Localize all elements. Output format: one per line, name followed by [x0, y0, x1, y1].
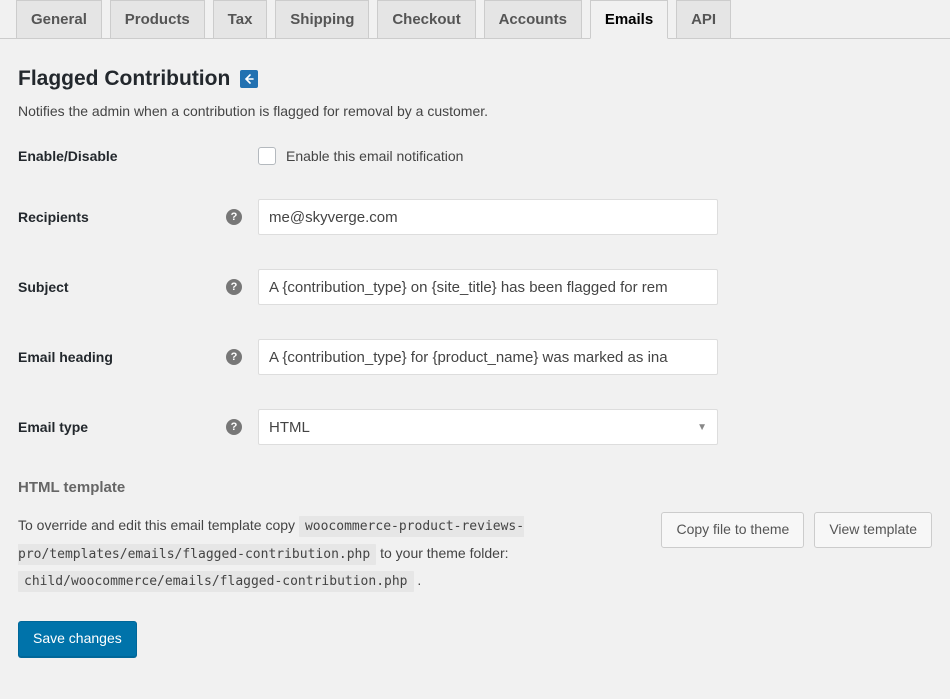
- tab-emails[interactable]: Emails: [590, 0, 668, 39]
- page-title: Flagged Contribution: [18, 67, 932, 91]
- page-title-text: Flagged Contribution: [18, 67, 230, 91]
- email-type-select[interactable]: HTML ▼: [258, 409, 718, 445]
- email-heading-input[interactable]: [258, 339, 718, 375]
- enable-checkbox-label: Enable this email notification: [286, 148, 463, 164]
- enable-checkbox[interactable]: [258, 147, 276, 165]
- tab-accounts[interactable]: Accounts: [484, 0, 582, 38]
- template-override-text: To override and edit this email template…: [18, 512, 638, 595]
- view-template-button[interactable]: View template: [814, 512, 932, 548]
- help-icon[interactable]: ?: [226, 349, 242, 365]
- tab-api[interactable]: API: [676, 0, 731, 38]
- copy-file-button[interactable]: Copy file to theme: [661, 512, 804, 548]
- back-icon[interactable]: [240, 70, 258, 88]
- tab-checkout[interactable]: Checkout: [377, 0, 475, 38]
- email-type-label: Email type: [18, 419, 88, 435]
- tab-general[interactable]: General: [16, 0, 102, 38]
- recipients-input[interactable]: [258, 199, 718, 235]
- tab-shipping[interactable]: Shipping: [275, 0, 369, 38]
- help-icon[interactable]: ?: [226, 279, 242, 295]
- help-icon[interactable]: ?: [226, 209, 242, 225]
- save-changes-button[interactable]: Save changes: [18, 621, 137, 657]
- email-type-value: HTML: [269, 419, 310, 436]
- tab-tax[interactable]: Tax: [213, 0, 268, 38]
- page-description: Notifies the admin when a contribution i…: [18, 103, 932, 119]
- code-dest-path: child/woocommerce/emails/flagged-contrib…: [18, 571, 414, 592]
- chevron-down-icon: ▼: [697, 422, 707, 433]
- email-heading-label: Email heading: [18, 349, 113, 365]
- help-icon[interactable]: ?: [226, 419, 242, 435]
- tab-products[interactable]: Products: [110, 0, 205, 38]
- subject-input[interactable]: [258, 269, 718, 305]
- recipients-label: Recipients: [18, 209, 89, 225]
- template-heading: HTML template: [18, 479, 932, 496]
- tab-bar: General Products Tax Shipping Checkout A…: [0, 0, 950, 39]
- enable-label: Enable/Disable: [18, 148, 118, 164]
- subject-label: Subject: [18, 279, 69, 295]
